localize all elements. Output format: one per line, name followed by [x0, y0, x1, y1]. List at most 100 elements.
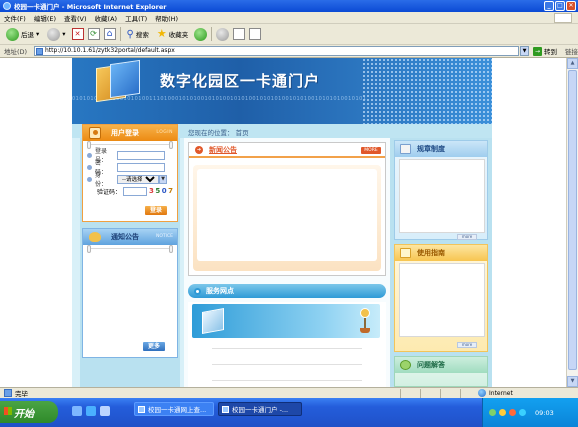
go-button[interactable]: → 转到 [533, 46, 557, 56]
service-title: 服务网点 [206, 287, 234, 295]
news-more-button[interactable]: MORE [361, 147, 381, 154]
identity-select[interactable]: --请选择-- [117, 174, 159, 184]
plant-icon [358, 308, 372, 334]
notice-panel: 通知公告 NOTICE 更多 [82, 228, 178, 358]
favorites-label: 收藏夹 [168, 31, 189, 39]
news-list [193, 165, 381, 271]
guide-more-button[interactable]: more [457, 342, 477, 348]
arrow-right-icon: ➜ [195, 145, 203, 154]
username-input[interactable] [117, 150, 165, 160]
media-icon[interactable] [194, 27, 208, 41]
bullet-icon [194, 287, 201, 295]
volume-icon[interactable] [519, 409, 526, 416]
show-desktop-icon[interactable] [72, 406, 82, 416]
refresh-button[interactable] [87, 28, 100, 40]
service-banner-image [192, 304, 380, 338]
panel-scroll-decoration [83, 245, 177, 253]
menu-edit[interactable]: 编辑(E) [34, 13, 56, 23]
menu-tools[interactable]: 工具(T) [125, 13, 147, 23]
password-input[interactable] [117, 162, 165, 172]
ie-logo-icon [222, 406, 229, 413]
id-icon [87, 176, 92, 182]
taskbar-item-label: 校园一卡通网上查... [148, 406, 207, 414]
guide-title: 使用指南 [417, 249, 445, 257]
media-player-icon[interactable] [100, 406, 110, 416]
lock-icon [87, 164, 92, 170]
window-title: 校园一卡通门户 - Microsoft Internet Explorer [14, 3, 167, 11]
bird-icon [89, 232, 101, 242]
portal-page: 0101010011010010101001110100010101001010… [72, 58, 492, 387]
windows-taskbar: 开始 校园一卡通网上查... 校园一卡通门户 -... 09:03 [0, 398, 578, 427]
rules-header: 规章制度 [395, 141, 487, 157]
login-title-en: LOGIN [156, 130, 173, 135]
menu-view[interactable]: 查看(V) [64, 13, 87, 23]
question-icon [400, 360, 411, 370]
ie-logo-icon [3, 2, 11, 10]
address-input[interactable]: http://10.10.1.61/zytk32portal/default.a… [34, 46, 519, 56]
menu-help[interactable]: 帮助(H) [155, 13, 178, 23]
login-button[interactable]: 登录 [145, 206, 167, 215]
book-icon [400, 248, 411, 258]
mail-icon[interactable] [216, 27, 230, 41]
maximize-button[interactable]: □ [555, 1, 565, 11]
stop-button[interactable] [71, 28, 84, 40]
browser-content: 0101010011010010101001110100010101001010… [0, 58, 566, 387]
address-url: http://10.10.1.61/zytk32portal/default.a… [45, 47, 175, 54]
menu-favorites[interactable]: 收藏(A) [95, 13, 118, 23]
faq-header: 问题解答 [395, 357, 487, 373]
portal-title: 数字化园区一卡通门户 [160, 72, 321, 90]
antivirus-icon[interactable] [509, 409, 516, 416]
scroll-down-button[interactable]: ▼ [567, 376, 578, 387]
taskbar-item-label: 校园一卡通门户 -... [232, 406, 289, 414]
network-icon[interactable] [489, 409, 496, 416]
breadcrumb: 您现在的位置： 首页 [188, 129, 249, 137]
forward-arrow-icon [47, 27, 61, 41]
links-button[interactable]: 链接 [565, 46, 578, 56]
search-button[interactable]: ⚲ 搜索 [125, 26, 151, 42]
status-divider [440, 389, 441, 398]
login-title: 用户登录 [111, 129, 139, 137]
window-controls: _ □ ✕ [544, 1, 576, 11]
status-divider [420, 389, 421, 398]
service-list-line [212, 364, 362, 365]
window-titlebar: 校园一卡通门户 - Microsoft Internet Explorer _ … [0, 0, 578, 12]
captcha-input[interactable] [123, 186, 148, 196]
ie-quicklaunch-icon[interactable] [86, 406, 96, 416]
address-dropdown[interactable]: ▼ [520, 46, 529, 56]
clock[interactable]: 09:03 [535, 409, 554, 417]
chevron-down-icon: ▾ [62, 30, 66, 38]
system-tray: 09:03 [482, 398, 578, 427]
close-button[interactable]: ✕ [566, 1, 576, 11]
back-label: 后退 [21, 31, 34, 39]
taskbar-item-active[interactable]: 校园一卡通门户 -... [218, 402, 302, 416]
rules-more-button[interactable]: more [457, 234, 477, 240]
minimize-button[interactable]: _ [544, 1, 554, 11]
faq-panel: 问题解答 [394, 356, 488, 387]
back-button[interactable]: 后退 ▾ [4, 26, 41, 42]
taskbar-item[interactable]: 校园一卡通网上查... [134, 402, 214, 416]
home-button[interactable] [103, 28, 116, 40]
print-icon[interactable] [233, 28, 246, 40]
notice-title-en: NOTICE [156, 234, 173, 239]
rules-list [399, 159, 485, 233]
security-icon[interactable] [499, 409, 506, 416]
edit-icon[interactable] [249, 28, 262, 40]
menu-file[interactable]: 文件(F) [4, 13, 26, 23]
star-icon: ★ [156, 27, 167, 40]
zone-label: Internet [489, 389, 513, 397]
notice-more-button[interactable]: 更多 [143, 342, 165, 351]
scroll-thumb[interactable] [568, 70, 577, 370]
start-button[interactable]: 开始 [0, 401, 58, 423]
go-arrow-icon: → [533, 46, 542, 56]
rules-title: 规章制度 [417, 145, 445, 153]
chevron-down-icon[interactable]: ▼ [159, 174, 167, 184]
status-divider [460, 389, 461, 398]
vertical-scrollbar[interactable]: ▲ ▼ [566, 58, 578, 387]
login-panel: 用户登录 LOGIN 登录号： 密 码： 身 份： --请选择-- ▼ 验证码：… [82, 124, 178, 222]
forward-button[interactable]: ▾ [45, 26, 67, 42]
favorites-button[interactable]: ★ 收藏夹 [155, 26, 190, 42]
scroll-up-button[interactable]: ▲ [567, 58, 578, 69]
windows-flag-icon [4, 407, 12, 415]
status-divider [400, 389, 401, 398]
news-title[interactable]: 新闻公告 [209, 145, 237, 155]
